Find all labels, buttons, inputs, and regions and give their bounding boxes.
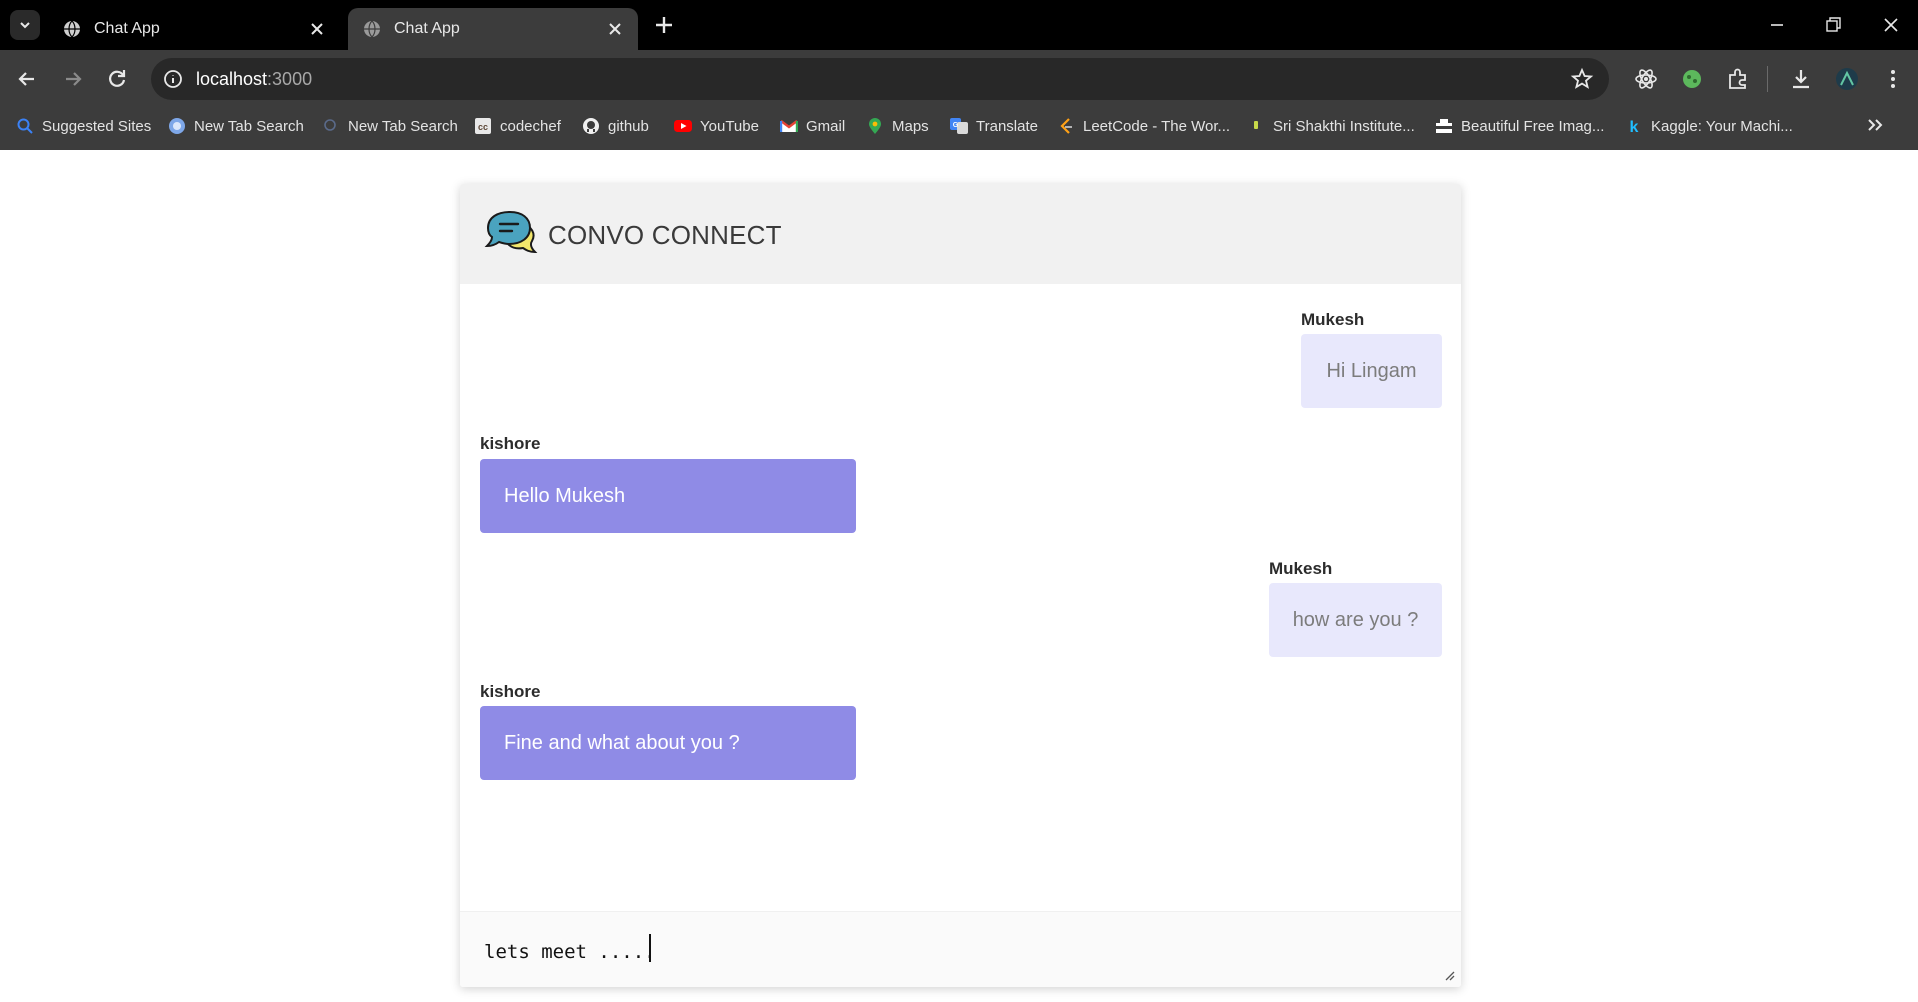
youtube-icon (674, 120, 692, 132)
message-input[interactable] (484, 932, 1424, 972)
chat-bubbles-logo-icon (484, 210, 538, 254)
bookmark-item[interactable]: Suggested Sites (16, 113, 151, 139)
bookmark-star-icon[interactable] (1570, 67, 1594, 91)
message-composer (460, 911, 1461, 987)
url-text[interactable]: localhost:3000 (196, 67, 312, 91)
message-bubble-incoming: Fine and what about you ? (480, 706, 856, 780)
bookmark-label: Maps (892, 117, 929, 135)
svg-text:k: k (1630, 119, 1639, 135)
bookmark-item[interactable]: New Tab Search (322, 113, 458, 139)
close-icon[interactable] (308, 20, 326, 38)
leetcode-icon (1060, 118, 1072, 134)
tab-title: Chat App (394, 20, 460, 37)
menu-kebab-icon[interactable] (1880, 66, 1906, 92)
bookmark-label: Translate (976, 117, 1038, 135)
maps-pin-icon (869, 118, 881, 134)
download-icon[interactable] (1788, 66, 1814, 92)
extension-green-icon[interactable] (1679, 66, 1705, 92)
bookmark-label: Gmail (806, 117, 846, 135)
profile-avatar-icon[interactable] (1834, 66, 1860, 92)
message-bubble-incoming: Hello Mukesh (480, 459, 856, 533)
back-arrow-icon[interactable] (14, 66, 40, 92)
url-host: localhost (196, 69, 268, 89)
bookmark-item[interactable]: Beautiful Free Imag... (1435, 113, 1604, 139)
chevron-double-right-icon[interactable] (1864, 114, 1886, 136)
globe-icon (169, 118, 185, 134)
svg-text:G: G (953, 122, 959, 129)
bookmark-item[interactable]: Gmail (780, 113, 845, 139)
bookmark-label: codechef (500, 117, 561, 135)
address-bar[interactable] (151, 58, 1609, 100)
svg-text:cc: cc (478, 122, 488, 132)
bookmark-item[interactable]: G Translate (950, 113, 1038, 139)
bookmark-label: New Tab Search (194, 117, 304, 135)
message-sender: kishore (480, 434, 541, 453)
search-icon (17, 118, 33, 134)
tab-title: Chat App (94, 20, 160, 37)
bookmark-label: Sri Shakthi Institute... (1273, 117, 1415, 135)
tab-chat-app-1[interactable]: Chat App (48, 8, 340, 50)
url-port: :3000 (267, 69, 313, 89)
new-tab-icon[interactable] (652, 13, 676, 37)
bookmark-item[interactable]: Maps (866, 113, 929, 139)
forward-arrow-icon[interactable] (60, 66, 86, 92)
search-icon (324, 119, 336, 131)
bookmark-label: Kaggle: Your Machi... (1651, 117, 1793, 135)
bookmark-item[interactable]: github (582, 113, 649, 139)
reload-icon[interactable] (104, 66, 130, 92)
bookmark-icon (1254, 121, 1258, 129)
bookmark-item[interactable]: YouTube (674, 113, 759, 139)
message-sender: Mukesh (1301, 310, 1365, 329)
message-sender: kishore (480, 682, 541, 701)
extensions-puzzle-icon[interactable] (1725, 66, 1751, 92)
bookmark-label: Beautiful Free Imag... (1461, 117, 1605, 135)
bookmark-item[interactable]: k Kaggle: Your Machi... (1625, 113, 1793, 139)
bookmark-item[interactable]: cc codechef (474, 113, 561, 139)
github-icon (583, 118, 599, 134)
camera-icon (1436, 119, 1452, 133)
message-sender: Mukesh (1269, 559, 1333, 578)
globe-icon (364, 20, 380, 38)
minimize-icon[interactable] (1766, 14, 1788, 36)
text-caret (649, 934, 651, 962)
message-bubble-outgoing: how are you ? (1269, 583, 1442, 657)
bookmark-item[interactable]: LeetCode - The Wor... (1057, 113, 1230, 139)
site-info-icon[interactable] (161, 67, 185, 91)
kaggle-icon: k (1630, 119, 1639, 135)
codechef-icon: cc (475, 118, 491, 134)
bookmark-item[interactable]: Sri Shakthi Institute... (1247, 113, 1415, 139)
globe-icon (64, 20, 80, 38)
toolbar-divider (1767, 66, 1768, 92)
chat-window: CONVO CONNECT Mukesh Hi Lingam kishore H… (460, 184, 1461, 987)
react-devtools-icon[interactable] (1633, 66, 1659, 92)
bookmark-label: New Tab Search (348, 117, 458, 135)
gmail-icon (780, 120, 798, 132)
bookmark-label: github (608, 117, 649, 135)
tab-chat-app-2[interactable]: Chat App (348, 8, 638, 50)
chevron-down-icon (20, 22, 30, 29)
bookmark-label: Suggested Sites (42, 117, 152, 135)
translate-icon: G (950, 118, 968, 134)
close-window-icon[interactable] (1880, 14, 1902, 36)
app-title: CONVO CONNECT (548, 220, 782, 250)
chat-header: CONVO CONNECT (460, 184, 1461, 284)
message-bubble-outgoing: Hi Lingam (1301, 334, 1442, 408)
bookmark-item[interactable]: New Tab Search (168, 113, 304, 139)
close-icon[interactable] (606, 20, 624, 38)
tab-search-button[interactable] (10, 10, 40, 40)
restore-icon[interactable] (1822, 14, 1844, 36)
resize-handle-icon[interactable] (1443, 969, 1455, 981)
bookmark-label: YouTube (700, 117, 759, 135)
bookmark-label: LeetCode - The Wor... (1083, 117, 1231, 135)
